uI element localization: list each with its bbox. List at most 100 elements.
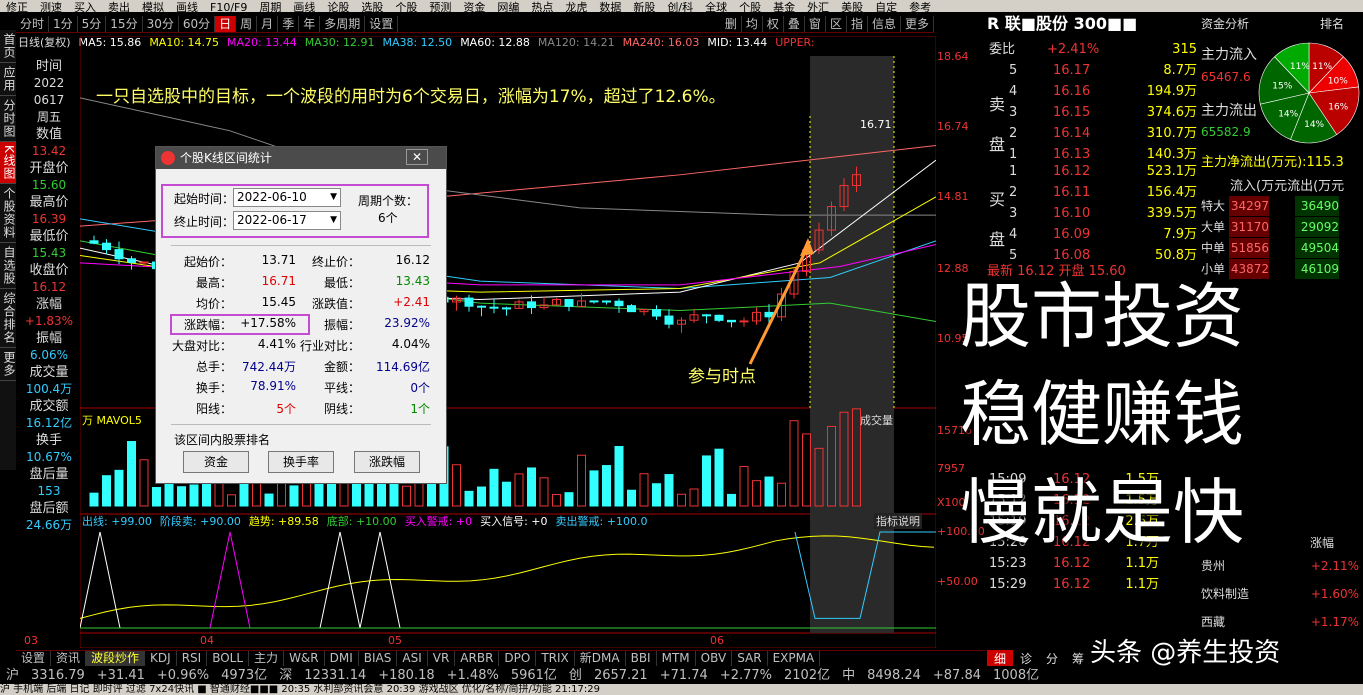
toolbar-button[interactable]: 数据 [593,2,627,13]
period-tab[interactable]: 日 [215,15,237,32]
quote-tab[interactable]: 细 [987,650,1014,666]
period-tab[interactable]: 1分 [49,15,78,32]
toolbar-button[interactable]: 买入 [68,2,102,13]
indicator-tab[interactable]: VR [428,651,456,666]
quote-tab[interactable]: 分 [1039,650,1065,666]
toolbar-button[interactable]: 论股 [321,2,355,13]
period-tab[interactable]: 月 [257,15,279,32]
left-nav-item[interactable]: 综合排名 [0,289,16,348]
indicator-tab[interactable]: W&R [284,651,325,666]
period-tab[interactable]: 年 [299,15,321,32]
toolbar-button[interactable]: 修正 [0,2,34,13]
period-tab[interactable]: 60分 [179,15,216,32]
left-nav-item[interactable]: 应用 [0,63,16,96]
indicator-tab[interactable]: DPO [499,651,537,666]
quote-tab[interactable]: 筹 [1065,650,1091,666]
indicator-tab[interactable]: BOLL [207,651,250,666]
period-tab[interactable]: 设置 [365,15,399,32]
indicator-tab[interactable]: 资讯 [51,651,87,666]
toolbar-button[interactable]: 网编 [491,2,525,13]
indicator-tab[interactable]: MTM [657,651,696,666]
buy-level[interactable]: 3 16.10 339.5万 [987,204,1199,224]
period-tab[interactable]: 15分 [106,15,143,32]
indicator-tab[interactable]: EXPMA [768,651,821,666]
chart-tool-button[interactable]: 均 [742,15,763,32]
buy-level[interactable]: 2 16.11 156.4万 [987,183,1199,203]
indicator-tab[interactable]: BBI [626,651,657,666]
indicator-tab[interactable]: BIAS [359,651,398,666]
sell-level[interactable]: 3 16.15 374.6万 [987,103,1199,123]
chart-tool-button[interactable]: 窗 [805,15,826,32]
toolbar-button[interactable]: 热点 [525,2,559,13]
toolbar-button[interactable]: 个股 [389,2,423,13]
indicator-tab[interactable]: OBV [696,651,733,666]
quote-tab[interactable]: 诊 [1013,650,1039,666]
period-tab[interactable]: 30分 [143,15,179,32]
period-tab[interactable]: 分时 [16,15,50,32]
indicator-tab[interactable]: 波段炒作 [86,651,146,666]
indicator-tab[interactable]: RSI [177,651,208,666]
toolbar-button[interactable]: 外汇 [801,2,835,13]
toolbar-button[interactable]: 选股 [355,2,389,13]
sell-level[interactable]: 4 16.16 194.9万 [987,82,1199,102]
buy-level[interactable]: 4 16.09 7.9万 [987,225,1199,245]
end-time-select[interactable]: 2022-06-17 [233,211,341,230]
toolbar-button[interactable]: 自定 [869,2,903,13]
indicator-tab[interactable]: ARBR [455,651,500,666]
period-tab[interactable]: 周 [236,15,258,32]
rank-row[interactable]: 饮料制造 +1.60% [1199,584,1363,604]
left-nav-item[interactable]: 自选股 [0,243,16,289]
toolbar-button[interactable]: 参考 [903,2,937,13]
toolbar-button[interactable]: 资金 [457,2,491,13]
close-button[interactable]: ✕ [406,149,428,165]
rank-turnover-button[interactable]: 换手率 [268,451,334,473]
indicator-tab[interactable]: ASI [397,651,428,666]
buy-level[interactable]: 1 16.12 523.1万 [987,162,1199,182]
interval-stats-dialog[interactable]: 个股K线区间统计 ✕ 起始时间： 2022-06-10 终止时间： 2022-0… [155,146,447,484]
chart-tool-button[interactable]: 区 [826,15,847,32]
fund-rank-tab[interactable]: 排名 [1320,15,1344,32]
chart-tool-button[interactable]: 信息 [868,15,901,32]
chart-tool-button[interactable]: 指 [847,15,868,32]
indicator-help-button[interactable]: 指标说明 [874,513,922,529]
toolbar-button[interactable]: 全球 [699,2,733,13]
indicator-tab[interactable]: 主力 [249,651,285,666]
left-nav-item[interactable]: 分时图 [0,96,16,142]
chart-tool-button[interactable]: 删 [721,15,742,32]
toolbar-button[interactable]: 龙虎 [559,2,593,13]
chart-tool-button[interactable]: 叠 [784,15,805,32]
toolbar-button[interactable]: 画线 [170,2,204,13]
chart-tool-button[interactable]: 更多 [901,15,934,32]
left-nav-item[interactable]: 更多 [0,348,16,381]
indicator-tab[interactable]: KDJ [145,651,177,666]
sell-level[interactable]: 2 16.14 310.7万 [987,124,1199,144]
indicator-tab[interactable]: DMI [325,651,359,666]
start-time-select[interactable]: 2022-06-10 [233,188,341,207]
rank-change-button[interactable]: 涨跌幅 [354,451,420,473]
period-tab[interactable]: 5分 [78,15,107,32]
indicator-tab[interactable]: 设置 [16,651,52,666]
dialog-title-bar[interactable]: 个股K线区间统计 ✕ [156,147,446,169]
rank-funds-button[interactable]: 资金 [183,451,249,473]
sell-level[interactable]: 5 16.17 8.7万 [987,61,1199,81]
toolbar-button[interactable]: 模拟 [136,2,170,13]
toolbar-button[interactable]: 预测 [423,2,457,13]
indicator-tab[interactable]: 新DMA [575,651,626,666]
rank-row[interactable]: 西藏 +1.17% [1199,612,1363,632]
indicator-tab[interactable]: SAR [732,651,768,666]
toolbar-button[interactable]: 周期 [253,2,287,13]
period-tab[interactable]: 季 [278,15,300,32]
indicator-tab[interactable]: TRIX [536,651,575,666]
toolbar-button[interactable]: 基金 [767,2,801,13]
toolbar-button[interactable]: 卖出 [102,2,136,13]
toolbar-button[interactable]: 新股 [627,2,661,13]
toolbar-button[interactable]: F10/F9 [204,2,253,13]
toolbar-button[interactable]: 测速 [34,2,68,13]
left-nav-item[interactable]: K线图 [0,142,16,184]
period-tab[interactable]: 多周期 [320,15,366,32]
left-nav-item[interactable]: 首页 [0,30,16,63]
toolbar-button[interactable]: 画线 [287,2,321,13]
toolbar-button[interactable]: 个股 [733,2,767,13]
left-nav-item[interactable]: 个股资料 [0,184,16,243]
toolbar-button[interactable]: 美股 [835,2,869,13]
